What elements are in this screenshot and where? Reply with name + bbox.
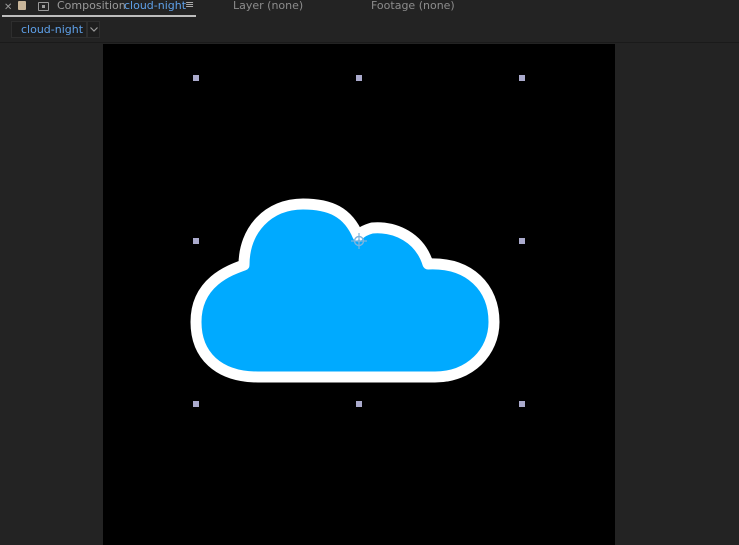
- stage-overlay: [190, 75, 525, 407]
- handle-bottom-center[interactable]: [356, 401, 362, 407]
- handle-bottom-right[interactable]: [519, 401, 525, 407]
- handle-top-center[interactable]: [356, 75, 362, 81]
- handle-middle-left[interactable]: [193, 238, 199, 244]
- handle-top-left[interactable]: [193, 75, 199, 81]
- handle-top-right[interactable]: [519, 75, 525, 81]
- cloud-shape[interactable]: [190, 198, 500, 383]
- handle-middle-right[interactable]: [519, 238, 525, 244]
- handle-bottom-left[interactable]: [193, 401, 199, 407]
- cloud-layer[interactable]: [190, 198, 500, 383]
